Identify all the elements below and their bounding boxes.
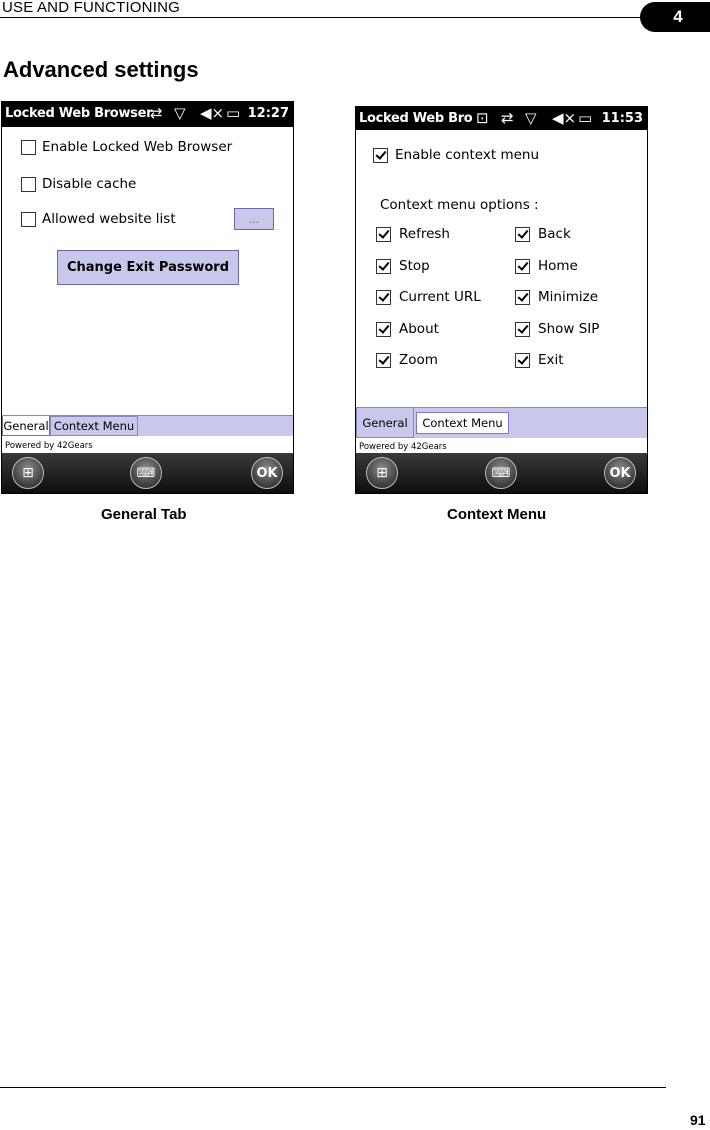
allowed-website-list-checkbox[interactable]	[21, 212, 36, 227]
context-options-heading: Context menu options :	[380, 197, 539, 213]
sync-icon: ⇄	[150, 104, 163, 122]
app-title: Locked Web Bro	[359, 111, 473, 126]
windows-icon: ⊞	[22, 465, 34, 481]
about-checkbox[interactable]	[376, 322, 391, 337]
section-title: Advanced settings	[3, 57, 199, 82]
clock: 12:27	[247, 106, 289, 121]
title-bar: Locked Web Bro ⊡ ⇄ ▽ ◀× ▭ 11:53	[356, 107, 647, 130]
powered-by: Powered by 42Gears	[5, 441, 93, 451]
about-label: About	[399, 321, 439, 337]
back-label: Back	[538, 226, 571, 242]
battery-icon: ▭	[578, 109, 593, 127]
show-sip-checkbox[interactable]	[515, 322, 530, 337]
no-signal-icon: ▽	[525, 109, 537, 127]
start-button[interactable]: ⊞	[12, 457, 44, 489]
app-title: Locked Web Browser	[5, 106, 153, 121]
chapter-number-badge: 4	[640, 2, 710, 32]
page-number: 91	[690, 1112, 706, 1128]
battery-icon: ▭	[226, 104, 241, 122]
general-tab-screenshot: Locked Web Browser ⇄ ▽ ◀× ▭ 12:27 Enable…	[1, 101, 294, 494]
clock: 11:53	[601, 111, 643, 126]
allowed-website-list-label: Allowed website list	[42, 211, 176, 227]
stop-checkbox[interactable]	[376, 259, 391, 274]
tab-context-menu[interactable]: Context Menu	[50, 416, 138, 436]
exit-checkbox[interactable]	[515, 353, 530, 368]
caption-context-menu: Context Menu	[447, 506, 547, 523]
context-menu-tab-screenshot: Locked Web Bro ⊡ ⇄ ▽ ◀× ▭ 11:53 Enable c…	[355, 106, 648, 494]
keyboard-button[interactable]: ⌨	[485, 457, 517, 489]
windows-icon: ⊞	[376, 465, 388, 481]
tab-context-menu[interactable]: Context Menu	[416, 412, 509, 434]
current-url-label: Current URL	[399, 289, 481, 305]
zoom-checkbox[interactable]	[376, 353, 391, 368]
change-exit-password-button[interactable]: Change Exit Password	[57, 250, 239, 285]
soft-key-bar: ⊞ ⌨ OK	[356, 453, 647, 493]
disable-cache-label: Disable cache	[42, 176, 137, 192]
powered-by: Powered by 42Gears	[359, 442, 447, 452]
enable-locked-browser-checkbox[interactable]	[21, 140, 36, 155]
chapter-title: USE AND FUNCTIONING	[2, 0, 180, 16]
keyboard-button[interactable]: ⌨	[130, 457, 162, 489]
show-sip-label: Show SIP	[538, 321, 600, 337]
start-button[interactable]: ⊞	[366, 457, 398, 489]
ok-button[interactable]: OK	[604, 457, 636, 489]
minimize-label: Minimize	[538, 289, 598, 305]
enable-context-menu-label: Enable context menu	[395, 147, 540, 163]
keyboard-icon: ⌨	[136, 465, 156, 481]
caption-general-tab: General Tab	[101, 506, 187, 523]
ok-button[interactable]: OK	[251, 457, 283, 489]
title-bar: Locked Web Browser ⇄ ▽ ◀× ▭ 12:27	[2, 102, 293, 127]
tab-general[interactable]: General	[356, 408, 414, 438]
home-label: Home	[538, 258, 578, 274]
disable-cache-checkbox[interactable]	[21, 177, 36, 192]
zoom-label: Zoom	[399, 352, 438, 368]
home-checkbox[interactable]	[515, 259, 530, 274]
mute-icon: ◀×	[200, 104, 225, 122]
browse-website-list-button[interactable]: ...	[234, 208, 274, 230]
no-signal-icon: ▽	[174, 104, 186, 122]
tab-strip: General Context Menu	[356, 407, 647, 438]
current-url-checkbox[interactable]	[376, 290, 391, 305]
mute-icon: ◀×	[552, 109, 577, 127]
minimize-checkbox[interactable]	[515, 290, 530, 305]
notification-icon: ⊡	[476, 109, 489, 127]
exit-label: Exit	[538, 352, 564, 368]
sync-icon: ⇄	[501, 109, 514, 127]
refresh-checkbox[interactable]	[376, 227, 391, 242]
enable-locked-browser-label: Enable Locked Web Browser	[42, 139, 233, 155]
keyboard-icon: ⌨	[491, 465, 511, 481]
enable-context-menu-checkbox[interactable]	[373, 148, 388, 163]
soft-key-bar: ⊞ ⌨ OK	[2, 453, 293, 493]
tab-general[interactable]: General	[2, 416, 50, 436]
tab-strip: General Context Menu	[2, 415, 293, 436]
footer-rule	[0, 1087, 666, 1088]
back-checkbox[interactable]	[515, 227, 530, 242]
stop-label: Stop	[399, 258, 430, 274]
refresh-label: Refresh	[399, 226, 450, 242]
header-rule	[0, 17, 648, 18]
